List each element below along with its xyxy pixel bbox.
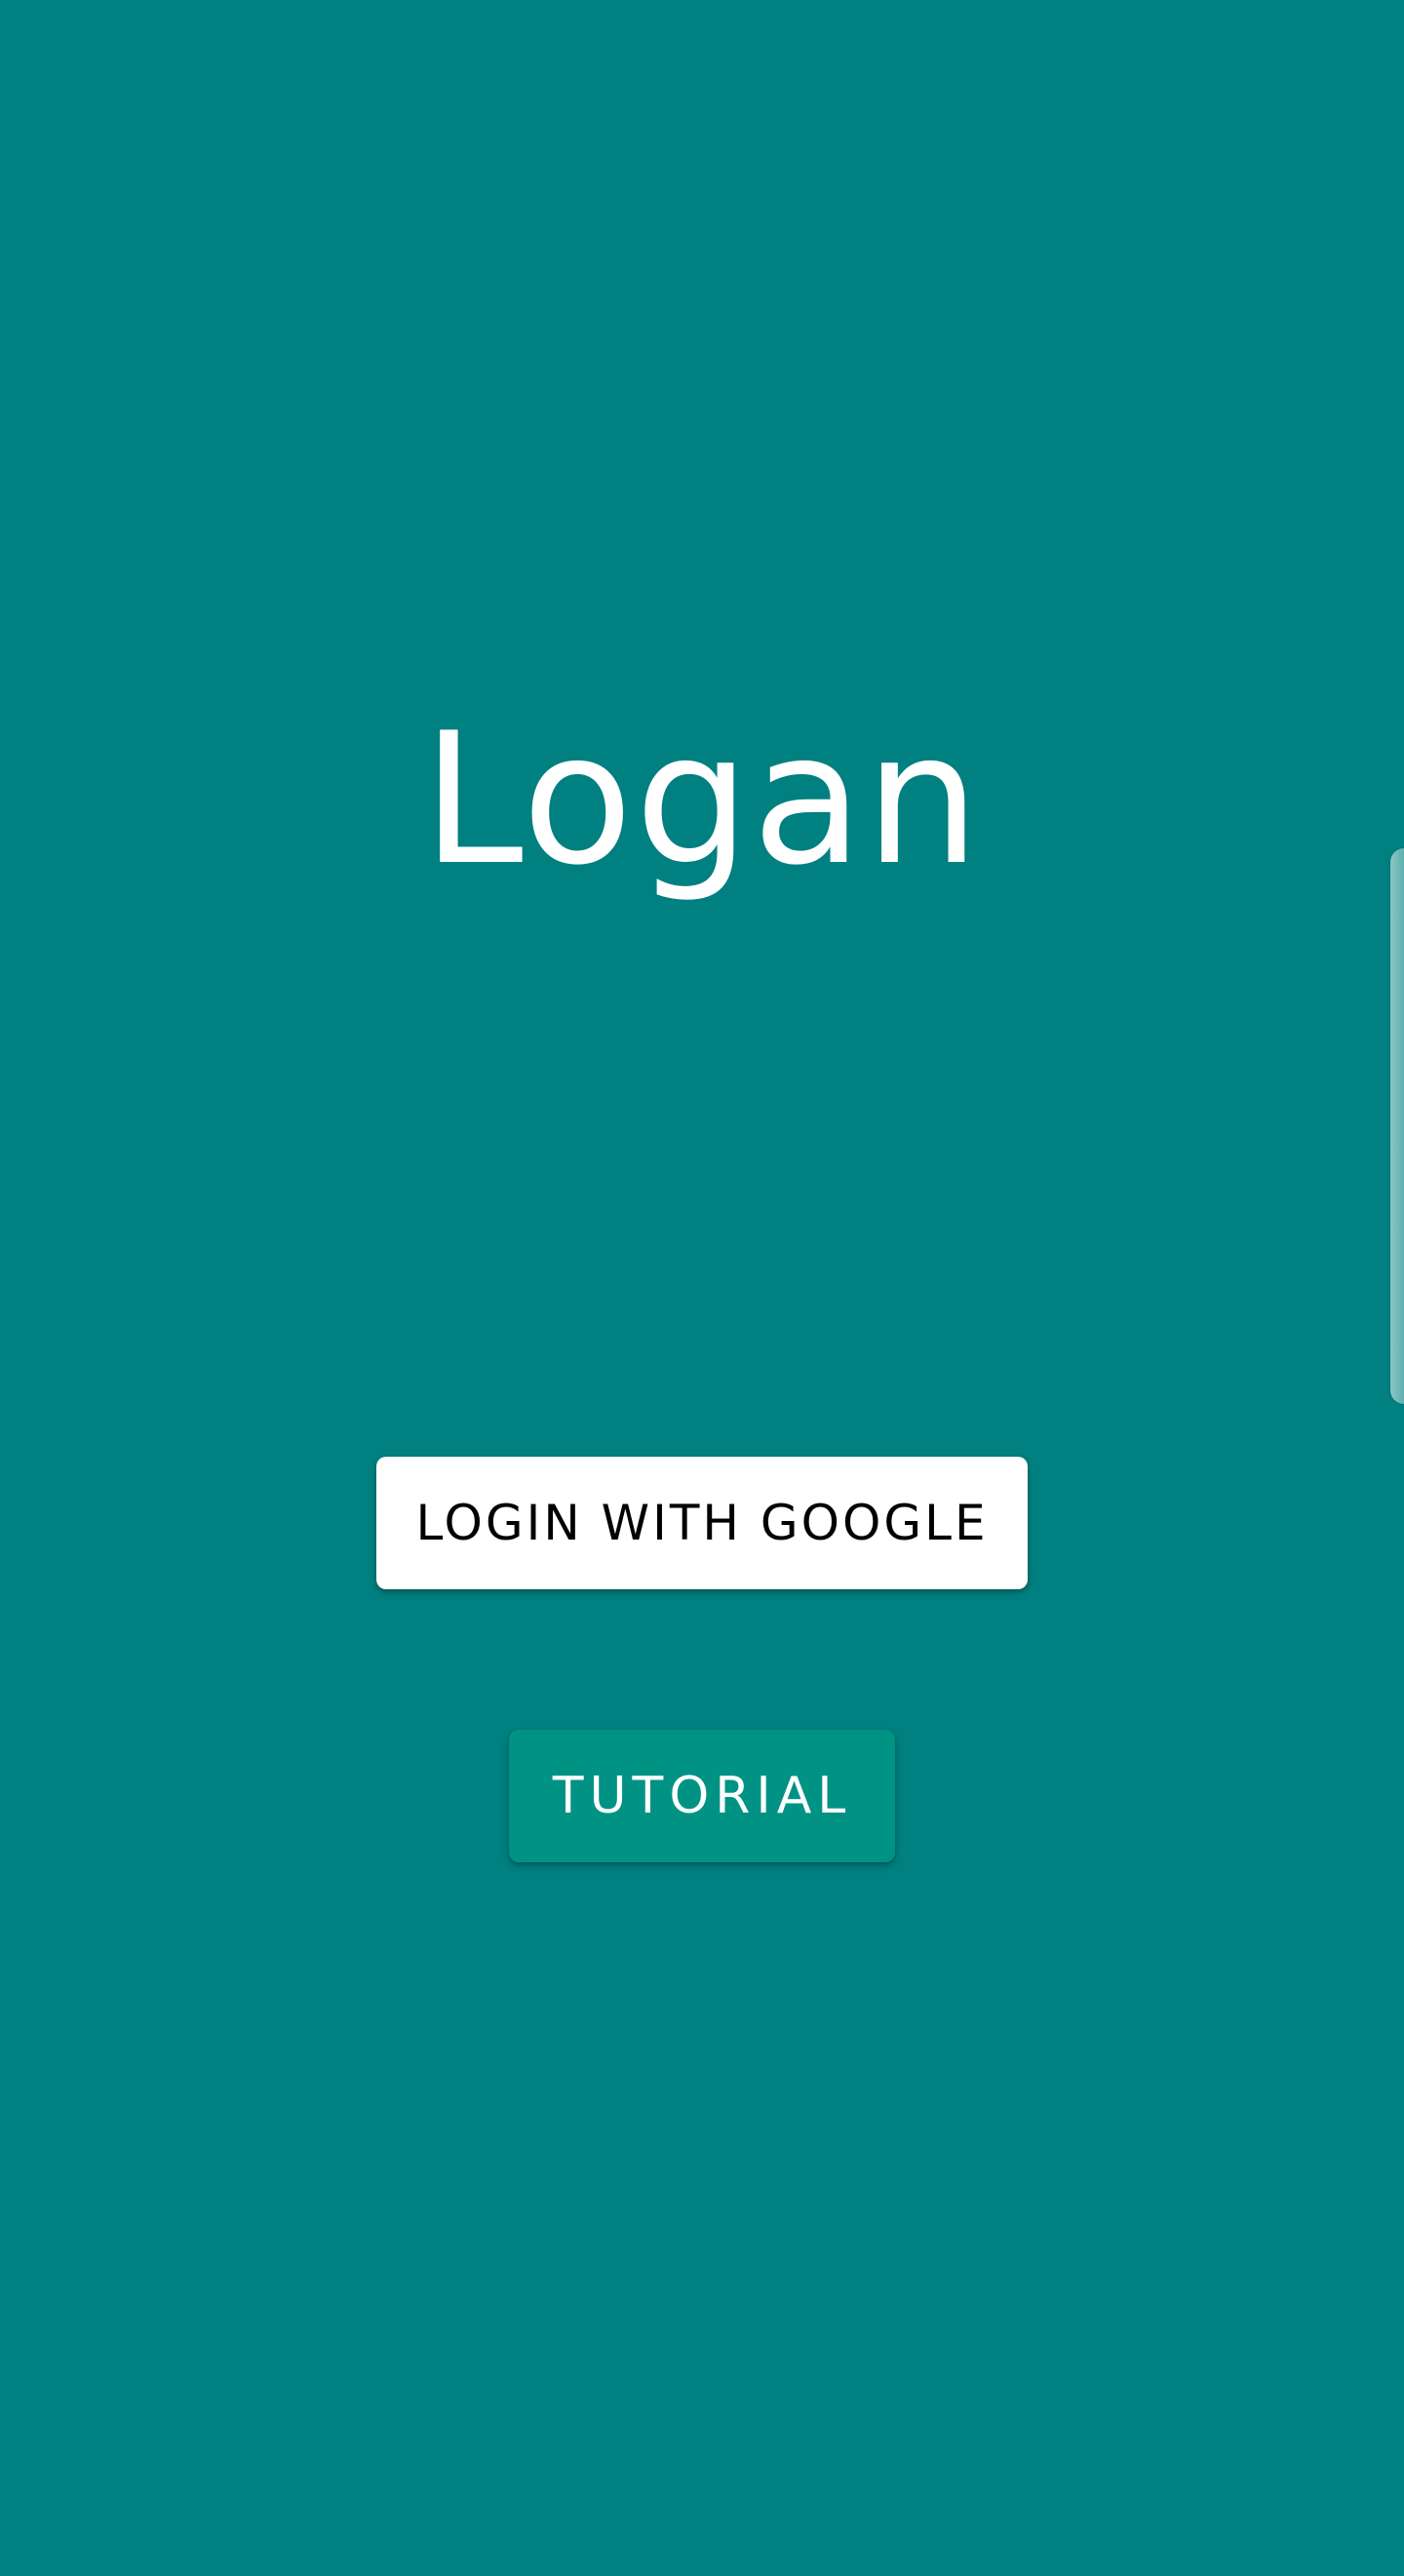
edge-panel-handle[interactable] (1390, 848, 1404, 1404)
tutorial-label: TUTORIAL (552, 1767, 852, 1825)
login-with-google-button[interactable]: LOGIN WITH GOOGLE (376, 1457, 1028, 1589)
login-screen: Logan LOGIN WITH GOOGLE TUTORIAL (0, 0, 1404, 2576)
tutorial-button[interactable]: TUTORIAL (509, 1730, 895, 1862)
login-with-google-label: LOGIN WITH GOOGLE (415, 1495, 989, 1551)
app-title: Logan (421, 693, 983, 905)
